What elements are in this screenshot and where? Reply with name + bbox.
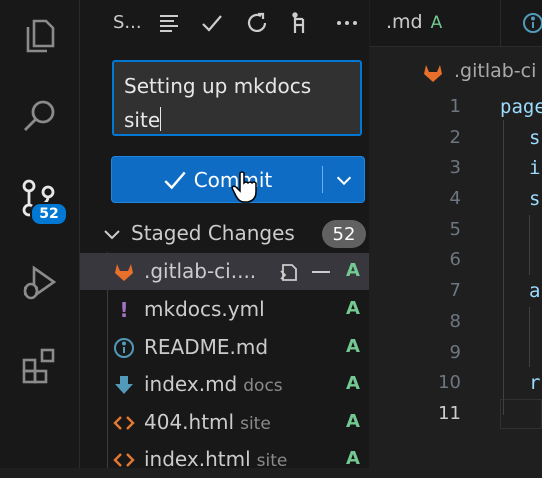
scm-badge: 52	[30, 202, 68, 226]
file-status: A	[346, 373, 360, 394]
line-number: 6	[449, 249, 461, 271]
gitlab-icon	[113, 261, 135, 283]
search-icon	[23, 100, 54, 131]
run-debug-icon	[23, 265, 56, 300]
file-status: A	[346, 448, 360, 469]
line-number: 9	[449, 341, 461, 363]
file-status: A	[346, 298, 360, 319]
tab-divider	[500, 0, 501, 46]
code-line: a	[529, 280, 541, 303]
code-line: r	[529, 372, 541, 395]
code-line: s	[529, 126, 541, 149]
line-number: 1	[449, 96, 461, 117]
commit-dropdown-button[interactable]	[323, 157, 364, 202]
file-name-text: index.md	[144, 372, 238, 396]
commit-button[interactable]: Commit	[112, 157, 322, 202]
file-name: 404.html site	[144, 410, 271, 434]
line-number: 3	[449, 157, 461, 179]
html-code-icon	[113, 412, 135, 434]
staged-count-badge: 52	[322, 220, 366, 248]
file-name: index.html site	[144, 447, 287, 471]
open-file-icon[interactable]	[278, 261, 300, 283]
line-number: 7	[449, 280, 461, 302]
file-status: A	[346, 260, 360, 281]
code-line: page	[500, 96, 542, 118]
hand-cursor-icon	[231, 171, 257, 203]
yaml-exclamation-icon: !	[119, 298, 129, 322]
run-debug-button[interactable]	[0, 252, 79, 312]
info-icon[interactable]	[522, 12, 542, 34]
line-number: 10	[438, 372, 461, 394]
unstage-icon[interactable]	[310, 261, 332, 283]
line-number: 8	[449, 310, 461, 332]
branch-graph-icon[interactable]	[288, 10, 314, 36]
file-name-text: index.html	[144, 447, 251, 471]
info-icon	[113, 337, 135, 359]
file-status: A	[346, 336, 360, 357]
staged-file-row[interactable]: .gitlab-ci.... A	[80, 253, 369, 290]
line-number: 2	[449, 126, 461, 148]
files-icon	[26, 19, 54, 53]
view-as-list-icon[interactable]	[156, 10, 182, 36]
editor-tabbar: .md A	[370, 0, 542, 47]
file-dir: site	[256, 451, 288, 471]
text-caret	[160, 107, 162, 131]
tab-label: .md	[386, 11, 423, 33]
line-number: 11	[438, 402, 461, 424]
file-name: .gitlab-ci....	[144, 259, 257, 283]
gitlab-icon	[424, 65, 442, 82]
staged-changes-label: Staged Changes	[131, 221, 295, 245]
editor-area: .md A .gitlab-ci 1 2 3 4 5 6 7 8 9 10 11 …	[370, 0, 542, 468]
staged-file-row[interactable]: ! mkdocs.yml A	[80, 291, 369, 328]
sidebar-title: S...	[113, 12, 142, 33]
activity-bar: 52	[0, 0, 80, 468]
breadcrumb[interactable]: .gitlab-ci	[454, 60, 536, 82]
scm-sidebar: S... Setting up mkdocs site Commit Stage…	[80, 0, 369, 471]
staged-file-row[interactable]: index.html site A	[80, 441, 369, 478]
chevron-down-icon	[336, 176, 351, 185]
extensions-icon	[22, 348, 54, 384]
line-number: 5	[449, 218, 461, 240]
file-name: README.md	[144, 335, 269, 359]
tab-md-file[interactable]: .md A	[386, 11, 442, 33]
file-dir: site	[240, 414, 271, 434]
more-actions-icon[interactable]	[334, 10, 360, 36]
check-icon	[164, 171, 186, 189]
file-name: mkdocs.yml	[144, 297, 265, 321]
line-numbers: 1 2 3 4 5 6 7 8 9 10 11	[425, 92, 461, 430]
file-dir: docs	[243, 376, 283, 396]
file-status: A	[346, 411, 360, 432]
code-line: s	[529, 188, 541, 211]
code-line: i	[529, 157, 541, 180]
file-name: index.md docs	[144, 372, 283, 396]
sidebar-header: S...	[80, 0, 369, 46]
line-number: 4	[449, 188, 461, 210]
extensions-button[interactable]	[0, 336, 79, 396]
staged-changes-header[interactable]: Staged Changes 52	[80, 216, 369, 252]
staged-file-row[interactable]: 404.html site A	[80, 404, 369, 441]
tab-status: A	[430, 13, 443, 33]
code-content[interactable]: page s i s a r	[500, 92, 542, 430]
markdown-arrow-icon	[113, 374, 135, 396]
refresh-icon[interactable]	[244, 10, 270, 36]
staged-file-row[interactable]: index.md docs A	[80, 366, 369, 403]
explorer-button[interactable]	[0, 5, 79, 65]
commit-message-text: Setting up mkdocs site	[124, 74, 312, 132]
file-name-text: 404.html	[144, 410, 235, 434]
commit-check-icon[interactable]	[199, 10, 225, 36]
commit-message-input[interactable]: Setting up mkdocs site	[112, 60, 362, 136]
staged-file-row[interactable]: README.md A	[80, 329, 369, 366]
chevron-down-icon	[104, 230, 120, 240]
search-button[interactable]	[0, 86, 79, 146]
